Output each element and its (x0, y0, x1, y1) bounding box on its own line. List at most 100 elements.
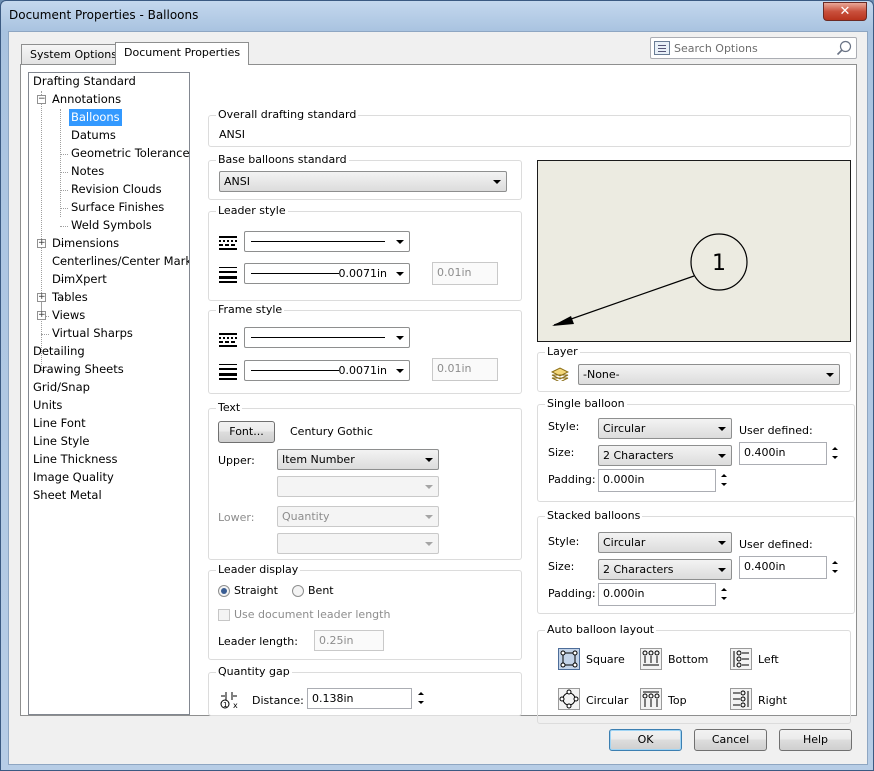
tree-item-geometric-tolerances[interactable]: Geometric Tolerances (71, 145, 189, 162)
tree-item-revision-clouds[interactable]: Revision Clouds (71, 181, 162, 198)
search-icon[interactable] (836, 40, 852, 56)
base-standard-select[interactable]: ANSI (219, 171, 507, 192)
tree-item-virtual-sharps[interactable]: Virtual Sharps (52, 325, 133, 342)
square-layout-icon[interactable] (558, 648, 580, 670)
stacked-user-defined-input[interactable]: 0.400in (739, 556, 827, 579)
search-input[interactable]: Search Options (674, 42, 758, 55)
spin-down-icon[interactable] (832, 456, 838, 459)
use-document-leader-length-label[interactable]: Use document leader length (234, 608, 390, 621)
top-layout-label[interactable]: Top (668, 694, 687, 707)
single-padding-input[interactable]: 0.000in (598, 469, 716, 492)
options-tree[interactable]: Drafting Standard − Annotations Balloons… (28, 72, 190, 715)
spin-down-icon[interactable] (832, 570, 838, 573)
line-style-icon (219, 236, 237, 250)
circular-layout-icon[interactable] (558, 688, 580, 710)
tree-item-tables[interactable]: Tables (52, 289, 88, 306)
tree-item-drafting-standard[interactable]: Drafting Standard (33, 73, 136, 90)
leader-custom-thickness-input[interactable]: 0.01in (432, 262, 498, 285)
expand-tables-icon[interactable]: + (37, 293, 46, 302)
frame-thickness-select[interactable]: 0.0071in (244, 360, 410, 381)
use-document-leader-length-checkbox[interactable] (218, 609, 230, 621)
tree-item-units[interactable]: Units (33, 397, 62, 414)
distance-input[interactable]: 0.138in (307, 688, 412, 709)
close-button[interactable]: ✕ (823, 2, 867, 21)
spin-down-icon[interactable] (721, 597, 727, 600)
leader-thickness-select[interactable]: 0.0071in (244, 263, 410, 284)
tree-item-notes[interactable]: Notes (71, 163, 104, 180)
spin-up-icon[interactable] (721, 588, 727, 591)
stacked-padding-stepper[interactable] (718, 584, 731, 605)
tree-item-views[interactable]: Views (52, 307, 85, 324)
leader-length-input[interactable]: 0.25in (314, 630, 384, 651)
tree-item-annotations[interactable]: Annotations (52, 91, 121, 108)
lower-text-extra-select[interactable] (277, 533, 439, 554)
tree-item-detailing[interactable]: Detailing (33, 343, 85, 360)
cancel-button[interactable]: Cancel (694, 729, 767, 751)
spin-up-icon[interactable] (721, 474, 727, 477)
document-properties-panel: Drafting Standard − Annotations Balloons… (20, 64, 857, 724)
tree-item-sheet-metal[interactable]: Sheet Metal (33, 487, 102, 504)
bottom-layout-label[interactable]: Bottom (668, 653, 708, 666)
ok-button[interactable]: OK (609, 729, 682, 751)
single-padding-stepper[interactable] (718, 470, 731, 491)
leader-line-style-select[interactable] (244, 231, 410, 252)
bent-radio[interactable] (292, 585, 304, 597)
spin-up-icon[interactable] (832, 447, 838, 450)
bent-label[interactable]: Bent (308, 584, 334, 597)
single-size-label: Size: (548, 446, 575, 459)
straight-radio[interactable] (218, 585, 230, 597)
stacked-size-select[interactable]: 2 Characters (598, 559, 732, 580)
tree-item-grid-snap[interactable]: Grid/Snap (33, 379, 90, 396)
distance-label: Distance: (252, 694, 304, 707)
stacked-style-select[interactable]: Circular (598, 532, 732, 553)
right-layout-icon[interactable] (730, 688, 752, 710)
right-layout-label[interactable]: Right (758, 694, 787, 707)
stacked-user-defined-stepper[interactable] (829, 557, 842, 578)
frame-line-style-select[interactable] (244, 327, 410, 348)
tab-system-options[interactable]: System Options (21, 44, 126, 64)
tree-item-centerlines-center-marks[interactable]: Centerlines/Center Marks (52, 253, 189, 270)
tree-item-line-thickness[interactable]: Line Thickness (33, 451, 117, 468)
tree-item-line-font[interactable]: Line Font (33, 415, 86, 432)
spin-up-icon[interactable] (832, 561, 838, 564)
expand-views-icon[interactable]: + (37, 311, 46, 320)
tree-item-line-style[interactable]: Line Style (33, 433, 90, 450)
title-bar[interactable]: Document Properties - Balloons ✕ (1, 1, 873, 31)
tree-item-dimxpert[interactable]: DimXpert (52, 271, 107, 288)
left-layout-label[interactable]: Left (758, 653, 779, 666)
tree-item-datums[interactable]: Datums (71, 127, 116, 144)
tab-document-properties[interactable]: Document Properties (115, 42, 250, 65)
tree-item-drawing-sheets[interactable]: Drawing Sheets (33, 361, 124, 378)
lower-text-select[interactable]: Quantity (277, 506, 439, 527)
single-user-defined-input[interactable]: 0.400in (739, 442, 827, 465)
spin-up-icon[interactable] (418, 692, 424, 695)
stacked-padding-input[interactable]: 0.000in (598, 583, 716, 606)
top-layout-icon[interactable] (640, 688, 662, 710)
bottom-layout-icon[interactable] (640, 648, 662, 670)
tree-item-weld-symbols[interactable]: Weld Symbols (71, 217, 152, 234)
single-user-defined-stepper[interactable] (829, 443, 842, 464)
font-name: Century Gothic (290, 425, 373, 438)
collapse-annotations-icon[interactable]: − (37, 95, 46, 104)
square-layout-label[interactable]: Square (586, 653, 625, 666)
expand-dimensions-icon[interactable]: + (37, 239, 46, 248)
distance-stepper[interactable] (415, 688, 428, 709)
single-style-select[interactable]: Circular (598, 418, 732, 439)
font-button[interactable]: Font... (218, 421, 275, 443)
upper-text-select[interactable]: Item Number (277, 449, 439, 470)
single-size-select[interactable]: 2 Characters (598, 445, 732, 466)
tree-item-dimensions[interactable]: Dimensions (52, 235, 119, 252)
tree-item-balloons[interactable]: Balloons (69, 109, 122, 126)
left-layout-icon[interactable] (730, 648, 752, 670)
tree-item-surface-finishes[interactable]: Surface Finishes (71, 199, 164, 216)
circular-layout-label[interactable]: Circular (586, 694, 628, 707)
layer-select[interactable]: -None- (578, 364, 840, 385)
upper-text-extra-select[interactable] (277, 476, 439, 497)
search-options-box[interactable]: Search Options (650, 37, 857, 59)
frame-custom-thickness-input[interactable]: 0.01in (432, 358, 498, 381)
spin-down-icon[interactable] (418, 701, 424, 704)
help-button[interactable]: Help (779, 729, 852, 751)
tree-item-image-quality[interactable]: Image Quality (33, 469, 114, 486)
spin-down-icon[interactable] (721, 483, 727, 486)
straight-label[interactable]: Straight (234, 584, 278, 597)
